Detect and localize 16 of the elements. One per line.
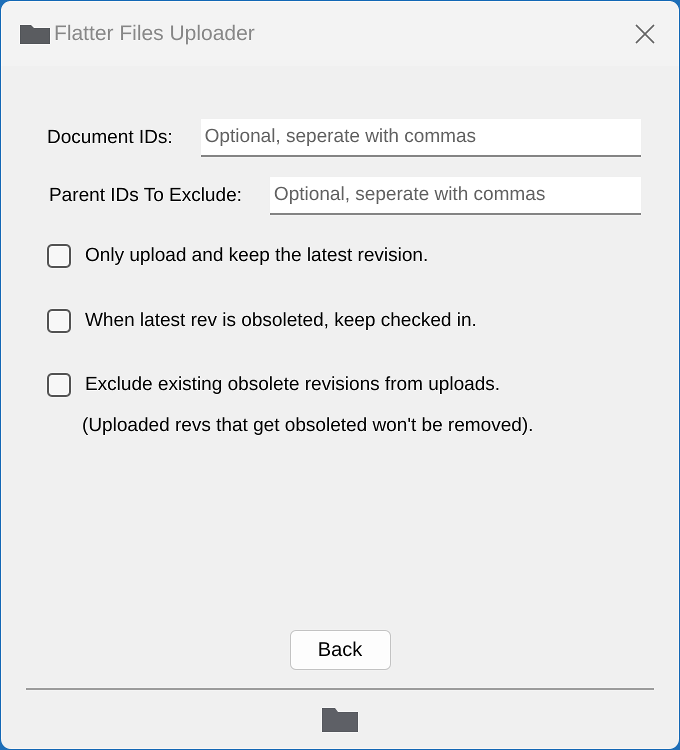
checkbox[interactable]	[47, 373, 71, 398]
checkbox[interactable]	[47, 244, 71, 268]
field-label: Document IDs:	[47, 126, 173, 150]
checkbox-label[interactable]: When latest rev is obsoleted, keep checked in.	[85, 306, 477, 335]
window-title: Flatter Files Uploader	[54, 20, 255, 47]
input-field[interactable]: Optional, seperate with commas	[200, 119, 641, 157]
checkbox[interactable]	[47, 308, 71, 333]
checkbox-label[interactable]: Exclude existing obsolete revisions from uploads.	[85, 371, 500, 400]
folder-icon	[321, 706, 359, 733]
note-text: (Uploaded revs that get obsoleted won't be removed).	[82, 414, 534, 438]
close-button[interactable]	[633, 22, 657, 46]
input-field[interactable]: Optional, seperate with commas	[270, 177, 641, 215]
checkbox-label[interactable]: Only upload and keep the latest revision.	[85, 242, 428, 270]
back-button[interactable]: Back	[290, 630, 390, 670]
folder-icon	[19, 22, 51, 44]
field-label: Parent IDs To Exclude:	[49, 184, 242, 208]
